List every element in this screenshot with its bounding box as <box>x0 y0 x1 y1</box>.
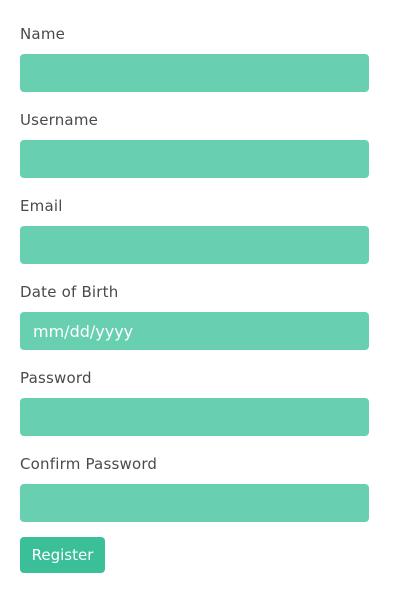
confirm-password-input[interactable] <box>20 484 369 522</box>
email-label: Email <box>20 197 63 215</box>
username-field-group: Username <box>20 110 369 178</box>
email-input[interactable] <box>20 226 369 264</box>
registration-form: Name Username Email Date of Birth Passwo… <box>0 0 401 591</box>
name-input[interactable] <box>20 54 369 92</box>
password-field-group: Password <box>20 368 369 436</box>
date-of-birth-field-group: Date of Birth <box>20 282 369 350</box>
password-label: Password <box>20 369 92 387</box>
username-input[interactable] <box>20 140 369 178</box>
name-field-group: Name <box>20 24 369 92</box>
name-label: Name <box>20 25 66 43</box>
password-input[interactable] <box>20 398 369 436</box>
email-field-group: Email <box>20 196 369 264</box>
username-label: Username <box>20 111 99 129</box>
confirm-password-field-group: Confirm Password <box>20 454 369 522</box>
date-of-birth-label: Date of Birth <box>20 283 119 301</box>
confirm-password-label: Confirm Password <box>20 455 158 473</box>
date-of-birth-input[interactable] <box>20 312 369 350</box>
register-button[interactable]: Register <box>20 537 105 573</box>
